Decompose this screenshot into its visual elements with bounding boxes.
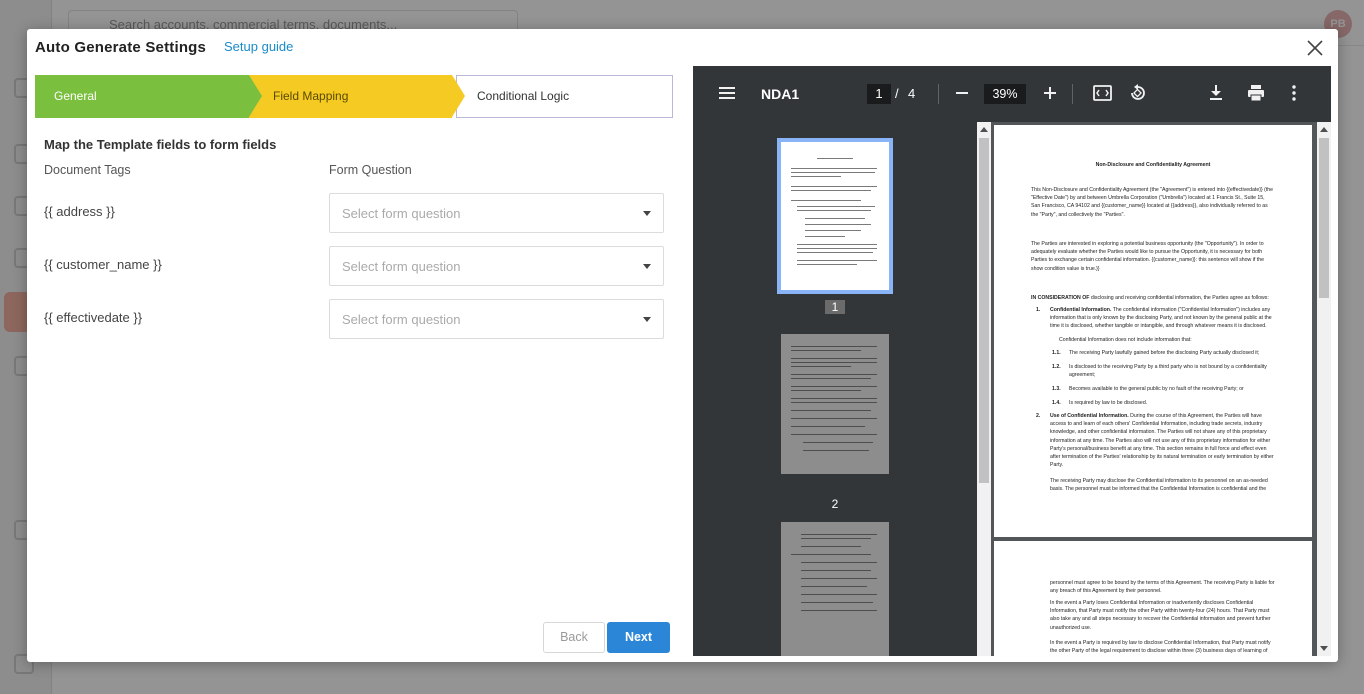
document-paragraph: IN CONSIDERATION OF disclosing and recei… <box>1031 295 1269 301</box>
fit-page-icon[interactable] <box>1093 84 1112 102</box>
document-paragraph: personnel must agree to be bound by the … <box>1050 580 1275 595</box>
select-placeholder: Select form question <box>342 312 461 327</box>
close-button[interactable] <box>1304 37 1326 59</box>
caret-down-icon <box>643 264 651 269</box>
section-number: 1.3. <box>1052 386 1061 392</box>
rotate-icon[interactable] <box>1129 84 1147 102</box>
print-icon[interactable] <box>1247 84 1265 102</box>
close-icon <box>1307 40 1323 56</box>
document-scrollbar[interactable] <box>1317 122 1331 656</box>
document-paragraph: In the event a Party loses Confidential … <box>1050 600 1271 631</box>
form-question-select-customer-name[interactable]: Select form question <box>329 246 664 286</box>
more-options-icon[interactable] <box>1291 84 1297 102</box>
auto-generate-settings-modal: Auto Generate Settings Setup guide Gener… <box>27 29 1338 662</box>
thumbnail-page-3[interactable] <box>781 522 889 656</box>
scroll-down-arrow[interactable] <box>1320 646 1328 651</box>
thumbnail-number: 1 <box>825 300 845 314</box>
section-number: 1.2. <box>1052 364 1061 370</box>
scrollbar-thumb[interactable] <box>1319 138 1329 298</box>
section-number: 1.4. <box>1052 400 1061 406</box>
page-separator: / <box>895 86 899 101</box>
download-icon[interactable] <box>1208 84 1224 102</box>
page-number-input[interactable]: 1 <box>867 84 891 104</box>
setup-guide-link[interactable]: Setup guide <box>224 39 293 54</box>
document-page-2: personnel must agree to be bound by the … <box>994 541 1312 656</box>
document-paragraph: The receiving Party may disclose the Con… <box>1050 478 1268 493</box>
document-heading: Non-Disclosure and Confidentiality Agree… <box>1095 162 1211 168</box>
select-placeholder: Select form question <box>342 259 461 274</box>
toolbar-divider <box>1072 84 1073 104</box>
section-title: Map the Template fields to form fields <box>44 137 277 152</box>
document-paragraph: In the event a Party is required by law … <box>1050 640 1271 655</box>
page-total: 4 <box>908 86 916 101</box>
back-button[interactable]: Back <box>543 622 605 653</box>
thumbnail-number: 2 <box>831 497 839 511</box>
thumbnail-page-1[interactable] <box>777 138 893 294</box>
caret-down-icon <box>643 317 651 322</box>
toolbar-divider <box>938 84 939 104</box>
zoom-input[interactable]: 39% <box>984 84 1026 104</box>
menu-icon[interactable] <box>718 84 736 102</box>
thumbnail-scrollbar[interactable] <box>977 122 991 656</box>
select-placeholder: Select form question <box>342 206 461 221</box>
thumbnail-page-2[interactable] <box>781 334 889 474</box>
tag-effectivedate: {{ effectivedate }} <box>44 310 143 325</box>
pdf-viewer: NDA1 1 / 4 39% 1 2 Non-Disclosure and Co… <box>693 66 1331 656</box>
stepper: General Field Mapping Conditional Logic <box>35 75 673 118</box>
section-number: 1. <box>1036 307 1041 313</box>
section-number: 1.1. <box>1052 350 1061 356</box>
tag-address: {{ address }} <box>44 204 115 219</box>
document-paragraph: The receiving Party lawfully gained befo… <box>1069 350 1260 356</box>
zoom-in-icon[interactable] <box>1043 84 1057 102</box>
step-conditional-logic[interactable]: Conditional Logic <box>456 75 673 118</box>
zoom-out-icon[interactable] <box>955 84 969 102</box>
form-question-select-address[interactable]: Select form question <box>329 193 664 233</box>
modal-title: Auto Generate Settings <box>35 39 207 56</box>
scroll-up-arrow[interactable] <box>980 127 988 132</box>
section-number: 2. <box>1036 413 1041 419</box>
pdf-title: NDA1 <box>761 86 800 102</box>
next-button[interactable]: Next <box>607 622 670 653</box>
step-general[interactable]: General <box>35 75 262 118</box>
column-header-tags: Document Tags <box>44 163 131 177</box>
document-page-1: Non-Disclosure and Confidentiality Agree… <box>994 125 1312 537</box>
step-field-mapping[interactable]: Field Mapping <box>249 75 465 118</box>
document-paragraph: The Parties are interested in exploring … <box>1031 241 1264 272</box>
document-paragraph: Is disclosed to the receiving Party by a… <box>1069 364 1267 379</box>
caret-down-icon <box>643 211 651 216</box>
document-paragraph: Is required by law to be disclosed. <box>1069 400 1148 406</box>
pdf-toolbar: NDA1 1 / 4 39% <box>693 66 1331 122</box>
document-paragraph: Use of Confidential Information. During … <box>1050 413 1274 469</box>
document-paragraph: Becomes available to the general public … <box>1069 386 1244 392</box>
scrollbar-thumb[interactable] <box>979 138 989 483</box>
document-paragraph: Confidential Information. The confidenti… <box>1050 307 1272 330</box>
thumbnail-panel: 1 2 <box>693 122 977 656</box>
form-question-select-effectivedate[interactable]: Select form question <box>329 299 664 339</box>
document-paragraph: Confidential Information does not includ… <box>1059 337 1192 343</box>
scroll-up-arrow[interactable] <box>1320 127 1328 132</box>
document-paragraph: This Non-Disclosure and Confidentiality … <box>1031 187 1274 218</box>
column-header-question: Form Question <box>329 163 412 177</box>
document-view: Non-Disclosure and Confidentiality Agree… <box>991 122 1317 656</box>
tag-customer-name: {{ customer_name }} <box>44 257 162 272</box>
